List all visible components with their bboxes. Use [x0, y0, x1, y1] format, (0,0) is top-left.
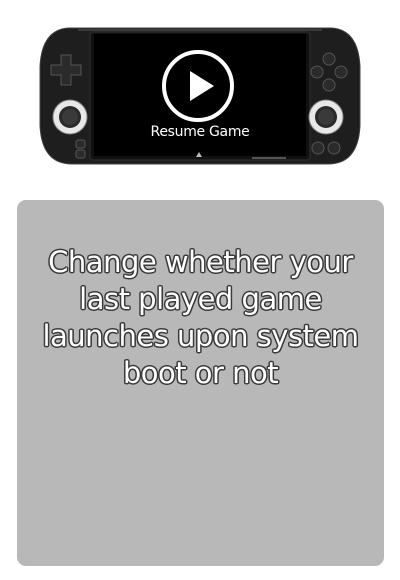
description-text: Change whether your last played game lau… — [42, 245, 359, 390]
analog-stick-icon — [308, 99, 344, 135]
handheld-console-illustration: Resume Game — [38, 26, 362, 166]
system-button-icon — [75, 139, 86, 159]
play-icon — [190, 71, 214, 101]
help-page: Resume Game Change whether your last pla… — [0, 0, 400, 580]
dpad-icon — [50, 54, 82, 86]
face-buttons-icon — [310, 52, 348, 92]
resume-play-button — [162, 50, 234, 122]
analog-stick-icon — [52, 99, 88, 135]
menu-buttons-icon — [311, 141, 341, 155]
resume-game-label: Resume Game — [150, 124, 250, 140]
description-panel: Change whether your last played game lau… — [17, 200, 384, 566]
